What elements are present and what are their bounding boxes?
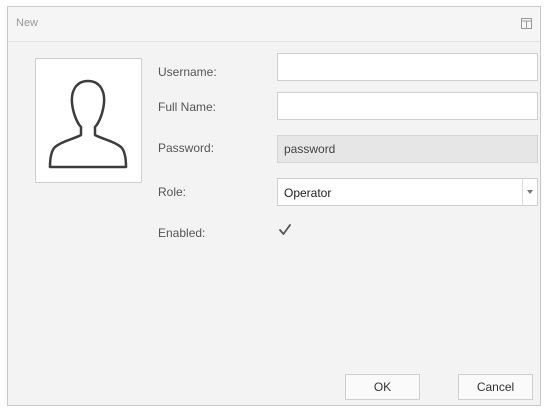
password-label: Password: xyxy=(158,141,215,155)
avatar-frame[interactable] xyxy=(35,58,142,183)
maximize-icon[interactable] xyxy=(521,18,532,29)
role-dropdown-button[interactable] xyxy=(522,179,537,205)
chevron-down-icon xyxy=(527,190,533,194)
window-title: New xyxy=(16,17,39,29)
enabled-label: Enabled: xyxy=(158,226,206,240)
title-bar[interactable]: New xyxy=(8,7,540,42)
role-label: Role: xyxy=(158,185,187,199)
user-dialog: New Username: Full Name: Password: Role:… xyxy=(7,6,541,406)
role-select-value: Operator xyxy=(284,186,332,200)
user-silhouette-icon xyxy=(48,79,128,169)
ok-button[interactable]: OK xyxy=(345,374,420,400)
full-name-label: Full Name: xyxy=(158,100,217,114)
enabled-checkbox[interactable] xyxy=(278,223,292,237)
username-field[interactable] xyxy=(277,53,538,81)
cancel-button[interactable]: Cancel xyxy=(458,374,533,400)
checkmark-icon xyxy=(279,224,291,235)
full-name-field[interactable] xyxy=(277,92,538,120)
password-field xyxy=(277,135,538,163)
role-select[interactable]: Operator xyxy=(277,178,538,206)
username-label: Username: xyxy=(158,65,217,79)
